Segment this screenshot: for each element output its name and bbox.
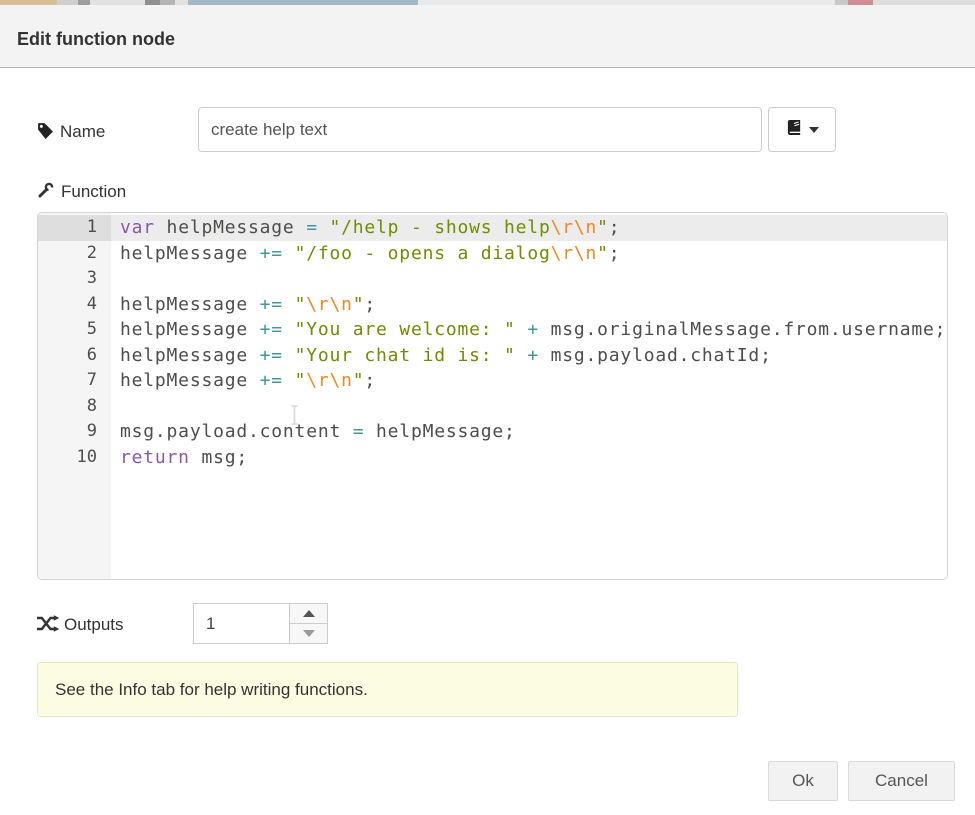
cancel-button[interactable]: Cancel — [848, 761, 955, 801]
info-tip: See the Info tab for help writing functi… — [37, 662, 738, 717]
code-editor[interactable]: 1var helpMessage = "/help - shows help\r… — [37, 212, 948, 580]
outputs-input[interactable] — [194, 604, 289, 643]
wrench-icon — [37, 182, 54, 204]
spinner-down-button[interactable] — [290, 624, 327, 643]
code-line[interactable]: 7helpMessage += "\r\n"; — [38, 368, 947, 394]
line-number: 2 — [38, 241, 111, 267]
book-icon — [786, 119, 803, 141]
code-line-text: msg.payload.content = helpMessage; — [111, 419, 947, 445]
code-line[interactable]: 4helpMessage += "\r\n"; — [38, 292, 947, 318]
code-line[interactable]: 9msg.payload.content = helpMessage; — [38, 419, 947, 445]
outputs-label: Outputs — [64, 615, 124, 635]
spinner-up-icon — [303, 610, 315, 617]
code-line-text: helpMessage += "\r\n"; — [111, 292, 947, 318]
code-line-text — [111, 266, 947, 292]
caret-down-icon — [809, 127, 819, 133]
code-line[interactable]: 1var helpMessage = "/help - shows help\r… — [38, 215, 947, 241]
code-line-text: var helpMessage = "/help - shows help\r\… — [111, 215, 947, 241]
code-line[interactable]: 5helpMessage += "You are welcome: " + ms… — [38, 317, 947, 343]
line-number: 4 — [38, 292, 111, 318]
library-button[interactable] — [768, 107, 836, 152]
shuffle-icon — [36, 615, 60, 637]
code-line-text: helpMessage += "/foo - opens a dialog\r\… — [111, 241, 947, 267]
code-line[interactable]: 2helpMessage += "/foo - opens a dialog\r… — [38, 241, 947, 267]
line-number: 10 — [38, 445, 111, 471]
line-number: 8 — [38, 394, 111, 420]
code-line-text: return msg; — [111, 445, 947, 471]
outputs-spinner — [193, 603, 328, 644]
code-line[interactable]: 8 — [38, 394, 947, 420]
code-line-text: helpMessage += "\r\n"; — [111, 368, 947, 394]
line-number: 5 — [38, 317, 111, 343]
spinner-up-button[interactable] — [290, 604, 327, 624]
spinner-down-icon — [303, 630, 315, 637]
code-line-text — [111, 394, 947, 420]
dialog-header: Edit function node — [0, 5, 975, 68]
code-lines: 1var helpMessage = "/help - shows help\r… — [38, 213, 947, 470]
dialog-title: Edit function node — [17, 29, 175, 50]
info-tip-text: See the Info tab for help writing functi… — [55, 680, 368, 700]
line-number: 3 — [38, 266, 111, 292]
code-line-text: helpMessage += "You are welcome: " + msg… — [111, 317, 947, 343]
line-number: 6 — [38, 343, 111, 369]
code-line[interactable]: 10return msg; — [38, 445, 947, 471]
line-number: 1 — [38, 215, 111, 241]
line-number: 9 — [38, 419, 111, 445]
text-cursor-icon — [290, 405, 299, 430]
ok-button[interactable]: Ok — [768, 761, 838, 801]
code-line[interactable]: 6helpMessage += "Your chat id is: " + ms… — [38, 343, 947, 369]
function-label: Function — [61, 182, 126, 202]
code-line[interactable]: 3 — [38, 266, 947, 292]
dialog-body: Name Function 1var helpMessage = "/he — [0, 69, 975, 815]
code-line-text: helpMessage += "Your chat id is: " + msg… — [111, 343, 947, 369]
tag-icon — [37, 122, 54, 144]
edit-function-dialog: Edit function node Name — [0, 0, 975, 815]
line-number: 7 — [38, 368, 111, 394]
name-label: Name — [60, 122, 105, 142]
name-input[interactable] — [198, 107, 762, 152]
spinner-buttons — [289, 604, 327, 643]
